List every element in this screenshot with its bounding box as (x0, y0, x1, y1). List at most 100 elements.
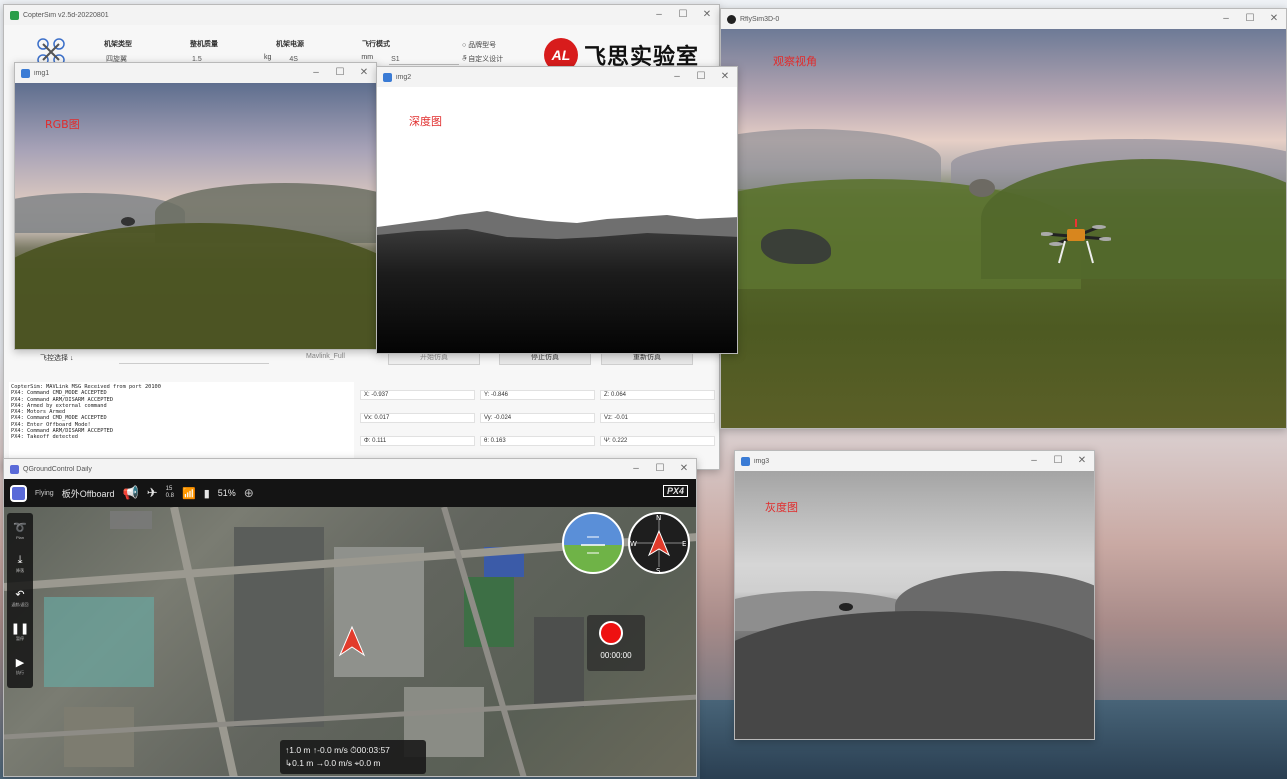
tool-action[interactable]: ▶ 执行 (7, 649, 33, 683)
pos-y: Y: -0.846 (480, 390, 595, 400)
rgb-image-view: RGB图 (15, 83, 376, 349)
window-title: img1 (34, 69, 50, 77)
compass-e: E (682, 540, 686, 548)
flight-mode[interactable]: 板外Offboard (62, 487, 115, 500)
maximize-icon[interactable]: ☐ (1238, 9, 1262, 29)
messages-icon[interactable]: 📢 (123, 485, 139, 501)
grass-field (15, 223, 376, 349)
gps-icon[interactable]: ✈ (147, 485, 158, 501)
fly-tools: ➰ Plan ⤓ 降落 ↶ 返航/返回 ❚❚ 暂停 ▶ 执行 (7, 513, 33, 688)
rock (839, 603, 853, 611)
minimize-icon[interactable]: – (1214, 9, 1238, 29)
rc-rssi-icon[interactable]: 📶 (182, 487, 196, 500)
close-icon[interactable]: ✕ (713, 67, 737, 87)
field (735, 611, 1094, 739)
radio-brand[interactable]: 品牌型号 (462, 39, 503, 53)
tool-label: 降落 (16, 568, 24, 573)
label-flight-mode: 飞行模式 (362, 41, 390, 48)
img2-window[interactable]: img2 – ☐ ✕ 深度图 (376, 66, 738, 354)
message-log[interactable]: CopterSim: MAVLink MSG Received from por… (9, 382, 354, 462)
state-values: X: -0.937 Y: -0.846 Z: 0.064 Vx: 0.017 V… (360, 390, 715, 459)
observer-view[interactable]: 观察视角 (721, 29, 1286, 428)
log-line: PX4: Takeoff detected (11, 434, 78, 441)
titlebar[interactable]: img3 – ☐ ✕ (735, 451, 1094, 471)
att-roll: Φ: 0.111 (360, 436, 475, 446)
img1-window[interactable]: img1 – ☐ ✕ RGB图 (14, 62, 377, 350)
maximize-icon[interactable]: ☐ (328, 63, 352, 83)
pos-x: X: -0.937 (360, 390, 475, 400)
tool-land[interactable]: ⤓ 降落 (7, 547, 33, 581)
land-icon: ⤓ (17, 554, 23, 566)
compass-s: S (656, 567, 661, 575)
minimize-icon[interactable]: – (647, 5, 671, 25)
label-frame-type: 机架类型 (104, 41, 132, 48)
titlebar[interactable]: img1 – ☐ ✕ (15, 63, 376, 83)
gps-sat-count: 15 (165, 486, 173, 492)
vel-y: Vy: -0.024 (480, 413, 595, 423)
pause-icon: ❚❚ (10, 623, 30, 635)
close-icon[interactable]: ✕ (1262, 9, 1286, 29)
close-icon[interactable]: ✕ (352, 63, 376, 83)
video-record-panel: 00:00:00 (587, 615, 645, 671)
flight-mode-input[interactable]: S1 (389, 54, 460, 65)
image-label: 灰度图 (765, 501, 798, 514)
titlebar[interactable]: QGroundControl Daily – ☐ ✕ (4, 459, 696, 479)
tool-rtl[interactable]: ↶ 返航/返回 (7, 581, 33, 615)
close-icon[interactable]: ✕ (1070, 451, 1094, 471)
app-icon (10, 464, 19, 474)
autopilot-select-label[interactable]: 飞控选择 ↓ (40, 353, 73, 363)
pos-z: Z: 0.064 (600, 390, 715, 400)
tool-label: 执行 (16, 670, 24, 675)
tool-plan[interactable]: ➰ Plan (7, 513, 33, 547)
app-icon (741, 456, 750, 466)
map-scale (110, 511, 152, 529)
window-title: img2 (396, 73, 412, 81)
tool-label: 暂停 (16, 636, 24, 641)
minimize-icon[interactable]: – (665, 67, 689, 87)
rflysim3d-window[interactable]: RflySim3D-0 – ☐ ✕ 观察视角 (720, 8, 1287, 429)
maximize-icon[interactable]: ☐ (689, 67, 713, 87)
maximize-icon[interactable]: ☐ (648, 459, 672, 479)
maximize-icon[interactable]: ☐ (1046, 451, 1070, 471)
app-icon (10, 10, 19, 20)
compass-icon: N W E S (628, 512, 690, 575)
img3-window[interactable]: img3 – ☐ ✕ 灰度图 (734, 450, 1095, 740)
close-icon[interactable]: ✕ (695, 5, 719, 25)
plan-icon: ➰ (13, 521, 27, 534)
rtk-icon[interactable]: ⊕ (244, 486, 254, 500)
drone-model (1041, 219, 1111, 264)
compass-w: W (630, 540, 637, 548)
minimize-icon[interactable]: – (624, 459, 648, 479)
minimize-icon[interactable]: – (1022, 451, 1046, 471)
tool-label: Plan (15, 534, 24, 540)
qgc-logo-icon[interactable] (10, 484, 27, 502)
telemetry-row: ↑1.0 m ↑-0.0 m/s ⏱00:03:57 (285, 745, 390, 755)
app-icon (727, 14, 736, 24)
titlebar[interactable]: RflySim3D-0 – ☐ ✕ (721, 9, 1286, 29)
attitude-indicator (562, 512, 624, 574)
tool-pause[interactable]: ❚❚ 暂停 (7, 615, 33, 649)
titlebar[interactable]: CopterSim v2.5d-20220801 – ☐ ✕ (4, 5, 719, 25)
att-pitch: θ: 0.163 (480, 436, 595, 446)
window-title: RflySim3D-0 (740, 15, 780, 23)
record-button[interactable] (599, 621, 623, 645)
radio-custom[interactable]: 自定义设计 (462, 53, 503, 67)
app-icon (383, 72, 392, 82)
app-icon (21, 68, 30, 78)
rock (969, 179, 995, 197)
telemetry-panel[interactable]: ↑1.0 m ↑-0.0 m/s ⏱00:03:57 ↳0.1 m →0.0 m… (280, 740, 426, 774)
maximize-icon[interactable]: ☐ (671, 5, 695, 25)
minimize-icon[interactable]: – (304, 63, 328, 83)
telemetry-row: ↳0.1 m →0.0 m/s ⌖0.0 m (285, 758, 381, 768)
view-label: 观察视角 (773, 55, 817, 68)
qgroundcontrol-window[interactable]: QGroundControl Daily – ☐ ✕ Flying 板外Offboa… (3, 458, 697, 777)
gps-hdop: 0.8 (165, 493, 174, 499)
label-power: 机架电源 (276, 41, 304, 48)
battery-icon[interactable]: ▮ (204, 487, 210, 500)
tool-label: 返航/返回 (11, 602, 29, 607)
mavlink-mode-select[interactable]: Mavlink_Full (306, 353, 345, 360)
close-icon[interactable]: ✕ (672, 459, 696, 479)
depth-image-view: 深度图 (377, 87, 737, 353)
autopilot-select[interactable] (119, 352, 269, 364)
titlebar[interactable]: img2 – ☐ ✕ (377, 67, 737, 87)
